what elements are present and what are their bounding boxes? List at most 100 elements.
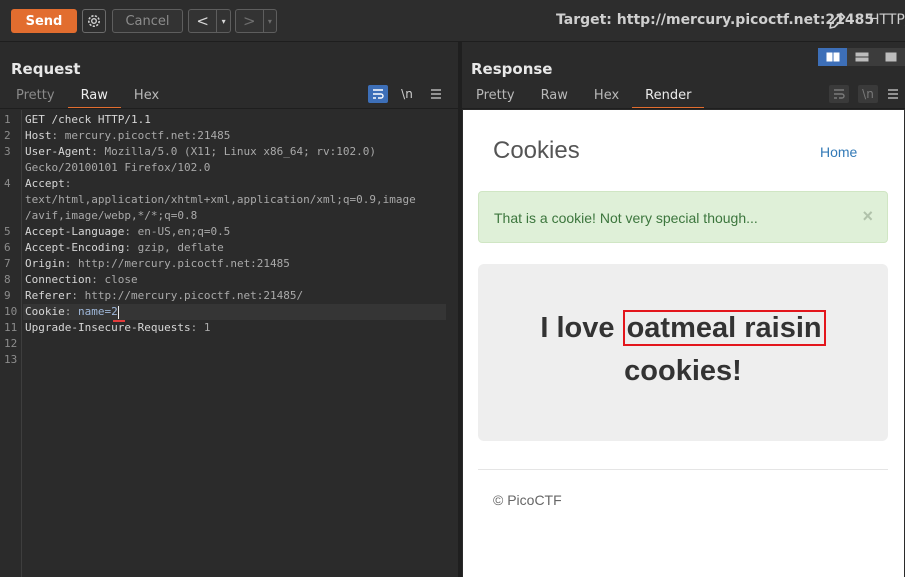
layout-toggle-group (818, 48, 905, 66)
request-line[interactable]: Accept-Language: en-US,en;q=0.5 (25, 224, 230, 240)
line-number-gutter: 1 2 3 4 5 6 7 8 9 10 11 12 13 (0, 110, 22, 577)
header-separator: : (91, 145, 105, 158)
layout-stacked-button[interactable] (847, 48, 876, 66)
request-line[interactable]: text/html,application/xhtml+xml,applicat… (25, 192, 416, 208)
message-prefix: I love (540, 312, 623, 344)
line-number: 8 (4, 273, 11, 286)
line-number: 11 (4, 321, 18, 334)
header-name: Referer (25, 289, 72, 302)
single-pane-icon (885, 52, 896, 62)
layout-single-button[interactable] (876, 48, 905, 66)
forward-button[interactable]: > (236, 10, 263, 32)
response-panel: Response Pretty Raw Hex Render \n Cookie… (462, 43, 905, 577)
line-number: 10 (4, 305, 18, 318)
header-separator: : (124, 225, 138, 238)
header-value: text/html,application/xhtml+xml,applicat… (25, 193, 416, 206)
response-tab-pretty[interactable]: Pretty (463, 87, 528, 109)
request-line[interactable]: Accept-Encoding: gzip, deflate (25, 240, 224, 256)
header-name: Accept-Encoding (25, 241, 125, 254)
forward-nav-group: > ▾ (235, 9, 277, 33)
header-separator: : (190, 321, 204, 334)
request-line[interactable]: Gecko/20100101 Firefox/102.0 (25, 160, 210, 176)
forward-history-dropdown[interactable]: ▾ (262, 10, 276, 32)
header-value: en-US,en;q=0.5 (137, 225, 231, 238)
header-name: User-Agent (25, 145, 92, 158)
rendered-response: Cookies Home That is a cookie! Not very … (463, 110, 904, 577)
cookie-jumbotron: I love oatmeal raisin cookies! (478, 264, 888, 441)
request-line[interactable]: Referer: http://mercury.picoctf.net:2148… (25, 288, 303, 304)
request-line[interactable]: Cookie: name=2 (25, 304, 119, 320)
menu-icon[interactable] (887, 85, 899, 103)
success-alert: That is a cookie! Not very special thoug… (478, 191, 888, 243)
http-version-label[interactable]: HTTP/ (869, 12, 905, 28)
request-line[interactable]: Origin: http://mercury.picoctf.net:21485 (25, 256, 290, 272)
header-value: Mozilla/5.0 (X11; Linux x86_64; rv:102.0… (104, 145, 377, 158)
wrap-icon[interactable] (368, 85, 388, 103)
edit-target-button[interactable] (826, 10, 848, 32)
text-cursor (117, 305, 119, 319)
footer-divider (478, 469, 888, 470)
menu-icon[interactable] (426, 85, 446, 103)
header-value: http://mercury.picoctf.net:21485 (78, 257, 290, 270)
layout-side-by-side-button[interactable] (818, 48, 847, 66)
back-nav-group: < ▾ (188, 9, 231, 33)
back-history-dropdown[interactable]: ▾ (216, 10, 230, 32)
line-number: 3 (4, 145, 11, 158)
response-tabs: Pretty Raw Hex Render (463, 87, 705, 109)
request-tab-pretty[interactable]: Pretty (3, 87, 68, 109)
cookie-message-line2: cookies! (624, 355, 742, 387)
request-line[interactable]: Upgrade-Insecure-Requests: 1 (25, 320, 210, 336)
home-link[interactable]: Home (820, 144, 857, 160)
header-name: Connection (25, 273, 92, 286)
page-title: Cookies (493, 137, 580, 164)
request-line[interactable]: Host: mercury.picoctf.net:21485 (25, 128, 230, 144)
line-number: 13 (4, 353, 18, 366)
pencil-icon (829, 12, 846, 29)
line-number: 1 (4, 113, 11, 126)
header-name: Upgrade-Insecure-Requests (25, 321, 191, 334)
close-icon[interactable]: × (862, 206, 873, 227)
response-tools: \n (829, 85, 899, 103)
header-value: Gecko/20100101 Firefox/102.0 (25, 161, 211, 174)
line-number: 12 (4, 337, 18, 350)
header-value: http://mercury.picoctf.net:21485/ (84, 289, 304, 302)
request-tab-raw[interactable]: Raw (67, 87, 122, 109)
cookie-name-highlight: oatmeal raisin (622, 310, 826, 346)
header-name: Cookie (25, 305, 65, 318)
header-separator: : (51, 129, 65, 142)
gear-icon (88, 15, 100, 27)
header-name: Accept-Language (25, 225, 125, 238)
send-button[interactable]: Send (11, 9, 77, 33)
header-value: mercury.picoctf.net:21485 (64, 129, 231, 142)
top-toolbar: Send Cancel < ▾ > ▾ Target: http://mercu… (0, 0, 905, 42)
request-line[interactable]: /avif,image/webp,*/*;q=0.8 (25, 208, 197, 224)
header-separator: : (64, 177, 72, 190)
request-editor[interactable]: 1 2 3 4 5 6 7 8 9 10 11 12 13 GET /check HTTP/1.1 Hos… (0, 110, 458, 577)
request-tab-hex[interactable]: Hex (121, 87, 172, 109)
header-name: Origin (25, 257, 65, 270)
response-tab-render[interactable]: Render (632, 87, 705, 109)
wrap-icon[interactable] (829, 85, 849, 103)
line-number: 9 (4, 289, 11, 302)
line-number (0, 160, 20, 176)
response-tab-hex[interactable]: Hex (581, 87, 632, 109)
header-value: 1 (203, 321, 211, 334)
header-value: close (104, 273, 138, 286)
newline-icon[interactable]: \n (858, 85, 878, 103)
rows-icon (855, 52, 868, 62)
request-line[interactable]: Accept: (25, 176, 71, 192)
cancel-button[interactable]: Cancel (112, 9, 183, 33)
request-line[interactable]: GET /check HTTP/1.1 (25, 112, 151, 128)
header-separator: : (91, 273, 105, 286)
header-name: Accept (25, 177, 65, 190)
back-button[interactable]: < (189, 10, 216, 32)
newline-icon[interactable]: \n (397, 85, 417, 103)
header-name: Host (25, 129, 52, 142)
response-title: Response (471, 60, 553, 78)
line-number: 4 (4, 177, 11, 190)
request-line[interactable]: Connection: close (25, 272, 138, 288)
response-tab-raw[interactable]: Raw (528, 87, 581, 109)
settings-button[interactable] (82, 9, 106, 33)
header-separator: : (71, 289, 85, 302)
request-line[interactable]: User-Agent: Mozilla/5.0 (X11; Linux x86_… (25, 144, 376, 160)
